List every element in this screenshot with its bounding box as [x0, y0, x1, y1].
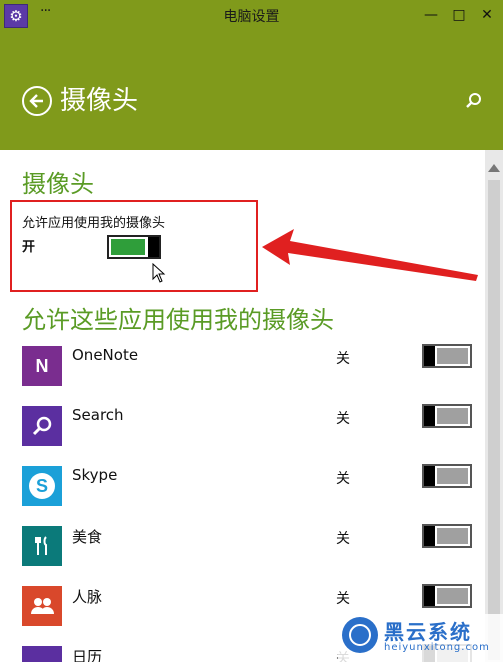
toggle-fill [437, 348, 468, 364]
app-name: 美食 [72, 528, 103, 546]
app-name: Search [72, 406, 124, 424]
app-row-search: Search 关 [22, 404, 482, 448]
search-icon [22, 406, 62, 446]
toggle-fill [437, 408, 468, 424]
app-toggle[interactable] [422, 404, 472, 428]
close-button[interactable]: ✕ [476, 6, 498, 24]
onenote-icon: N [22, 346, 62, 386]
maximize-button[interactable]: □ [448, 6, 470, 24]
toggle-knob [424, 526, 435, 546]
watermark-brand: 黑云系统 [384, 620, 472, 644]
red-pointer-arrow-icon [262, 229, 478, 281]
watermark-domain: heiyunxitong.com [384, 642, 490, 653]
toggle-knob [424, 346, 435, 366]
page-title: 摄像头 [60, 86, 139, 116]
app-toggle-state: 关 [336, 531, 350, 547]
allow-camera-label: 允许应用使用我的摄像头 [22, 216, 166, 231]
app-row-food: 美食 关 [22, 524, 482, 568]
search-icon[interactable] [465, 92, 483, 110]
toggle-knob [148, 237, 159, 257]
toggle-knob [424, 466, 435, 486]
minimize-button[interactable]: — [420, 6, 442, 24]
toggle-fill [111, 239, 145, 255]
mouse-cursor-icon [152, 263, 166, 283]
app-row-onenote: N OneNote 关 [22, 344, 482, 388]
app-row-skype: S Skype 关 [22, 464, 482, 508]
app-toggle[interactable] [422, 584, 472, 608]
skype-icon: S [22, 466, 62, 506]
toggle-fill [437, 528, 468, 544]
toggle-fill [437, 468, 468, 484]
people-icon [22, 586, 62, 626]
toggle-knob [424, 586, 435, 606]
back-button[interactable] [22, 86, 52, 116]
app-toggle[interactable] [422, 464, 472, 488]
app-name: 日历 [72, 648, 103, 662]
app-name: Skype [72, 466, 118, 484]
scroll-thumb[interactable] [488, 180, 500, 660]
app-name: 人脉 [72, 588, 103, 606]
back-arrow-icon [29, 94, 43, 108]
apps-section-title: 允许这些应用使用我的摄像头 [22, 306, 334, 334]
app-toggle-state: 关 [336, 411, 350, 427]
app-toggle-state: 关 [336, 471, 350, 487]
app-name: OneNote [72, 346, 139, 364]
title-bar: ⚙ ··· 电脑设置 — □ ✕ [0, 0, 503, 30]
app-toggle[interactable] [422, 524, 472, 548]
camera-master-toggle[interactable] [107, 235, 161, 259]
watermark: 黑云系统 heiyunxitong.com [338, 614, 503, 662]
toggle-knob [424, 406, 435, 426]
watermark-logo-icon [342, 617, 378, 653]
app-toggle-state: 关 [336, 351, 350, 367]
food-icon [22, 526, 62, 566]
app-toggle[interactable] [422, 344, 472, 368]
page-header: 摄像头 [0, 30, 503, 150]
camera-toggle-state: 开 [22, 240, 36, 255]
vertical-scrollbar[interactable] [485, 150, 503, 662]
calendar-icon [22, 646, 62, 662]
app-toggle-state: 关 [336, 591, 350, 607]
scroll-up-icon[interactable] [488, 164, 500, 172]
toggle-fill [437, 588, 468, 604]
camera-section-title: 摄像头 [22, 170, 94, 198]
